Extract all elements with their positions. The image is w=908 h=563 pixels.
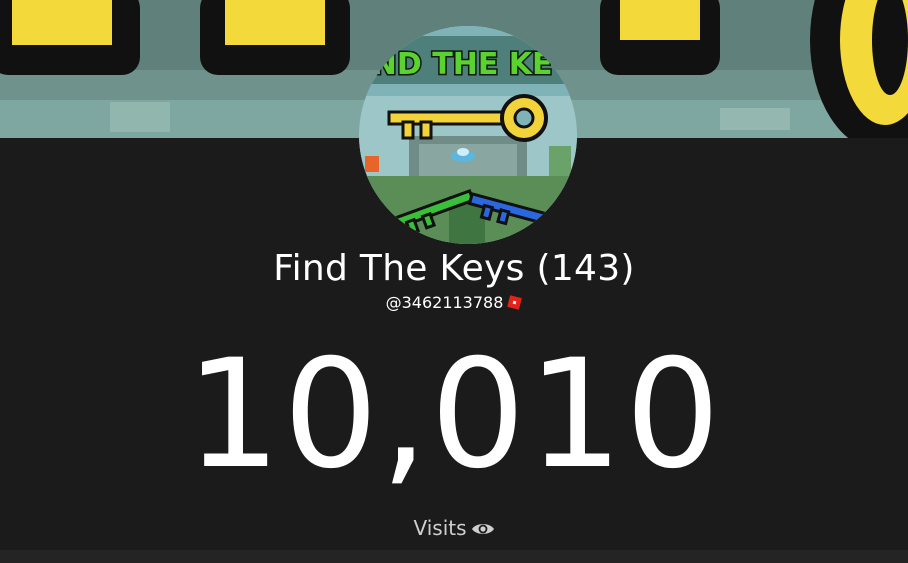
roblox-icon	[507, 295, 523, 310]
eye-icon	[471, 518, 495, 534]
game-thumbnail: FIND THE KEYS	[359, 26, 577, 244]
bottom-strip	[0, 550, 908, 563]
visit-count: 10,010	[185, 328, 723, 502]
game-handle: @3462113788	[385, 293, 504, 312]
game-title: Find The Keys (143)	[273, 248, 635, 289]
visits-label: Visits	[413, 516, 467, 540]
handle-row: @3462113788	[0, 293, 908, 312]
visits-label-row: Visits	[0, 516, 908, 540]
